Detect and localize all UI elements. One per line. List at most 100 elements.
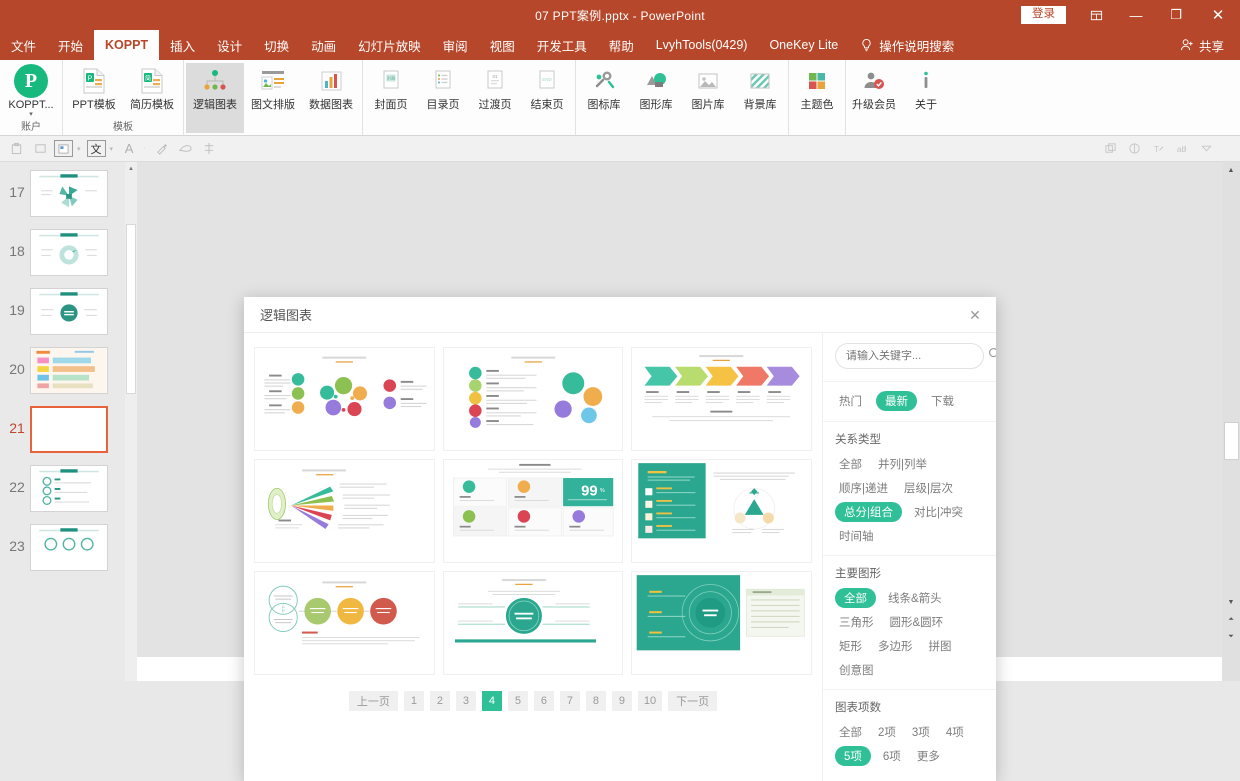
restore-down-icon[interactable] [1076,0,1116,30]
text-style-icon[interactable]: 文 [86,140,106,157]
pagination-page-10[interactable]: 10 [637,691,663,711]
sort-tab-hot[interactable]: 热门 [835,391,866,411]
chevron-down-icon[interactable]: ▾ [77,145,81,153]
menu-item-animations[interactable]: 动画 [300,30,347,60]
data-chart-button[interactable]: 数据图表 [302,63,360,112]
sign-in-button[interactable]: 登录 [1021,6,1066,24]
slide-thumbnail[interactable] [30,524,108,571]
pagination-page-4[interactable]: 4 [481,691,502,711]
paste-icon[interactable] [6,139,26,159]
filter-shape-circle-ring[interactable]: 圆形&圆环 [886,612,948,632]
close-button[interactable]: ✕ [1196,0,1240,30]
background-library-button[interactable]: 背景库 [734,63,786,112]
replace-icon[interactable]: ab [1172,139,1192,159]
new-slide-icon[interactable] [30,139,50,159]
chevron-down-icon[interactable]: ▾ [29,111,33,118]
menu-item-design[interactable]: 设计 [206,30,253,60]
pagination-page-5[interactable]: 5 [507,691,528,711]
close-icon[interactable]: ✕ [966,306,984,324]
slide-thumbnail[interactable] [30,288,108,335]
chevron-down-icon[interactable]: ▾ [110,145,114,153]
theme-color-button[interactable]: 主题色 [791,63,843,112]
slide-list-item-selected[interactable]: 21 [0,406,137,465]
menu-item-view[interactable]: 视图 [479,30,526,60]
shape-fill-icon[interactable] [175,139,195,159]
align-icon[interactable] [199,139,219,159]
icon-library-button[interactable]: 图标库 [578,63,630,112]
chevron-down-icon[interactable]: · [143,145,145,152]
filter-relation-parallel[interactable]: 并列|列举 [874,454,931,474]
logic-chart-button[interactable]: 逻辑图表 [186,63,244,133]
layout-icon[interactable] [54,140,73,157]
image-library-button[interactable]: 图片库 [682,63,734,112]
tell-me-search[interactable]: 操作说明搜索 [875,30,965,60]
filter-shape-triangle[interactable]: 三角形 [835,612,878,632]
template-card[interactable] [631,459,812,563]
filter-shape-lines-arrows[interactable]: 线条&箭头 [884,588,946,608]
find-icon[interactable]: T [1148,139,1168,159]
pagination-page-7[interactable]: 7 [559,691,580,711]
end-page-button[interactable]: END 结束页 [521,63,573,112]
menu-item-review[interactable]: 审阅 [432,30,479,60]
pagination-prev[interactable]: 上一页 [348,691,398,711]
sort-tab-newest[interactable]: 最新 [876,391,917,411]
pagination-page-2[interactable]: 2 [429,691,450,711]
minimize-button[interactable]: — [1116,0,1156,30]
filter-relation-timeline[interactable]: 时间轴 [835,526,878,546]
template-card[interactable]: 99 % [442,459,624,563]
slide-list-item[interactable]: 22 [0,465,137,524]
slide-thumbnail-panel[interactable]: 17 18 19 20 21 22 23 ▲ [0,162,137,681]
sort-tab-downloads[interactable]: 下载 [927,391,958,411]
pagination-page-8[interactable]: 8 [585,691,606,711]
scrollbar-thumb[interactable] [1224,422,1239,460]
scrollbar-thumb[interactable] [126,224,136,394]
filter-relation-all[interactable]: 全部 [835,454,866,474]
filter-shape-puzzle[interactable]: 拼图 [925,636,956,656]
template-card[interactable] [254,347,435,451]
shape-library-button[interactable]: 图形库 [630,63,682,112]
transition-page-button[interactable]: 01 过渡页 [469,63,521,112]
template-card[interactable] [442,571,624,675]
slide-thumbnail[interactable] [30,347,108,394]
menu-item-help[interactable]: 帮助 [598,30,645,60]
select-icon[interactable] [1196,139,1216,159]
menu-item-file[interactable]: 文件 [0,30,47,60]
menu-item-insert[interactable]: 插入 [159,30,206,60]
filter-count-6[interactable]: 6项 [879,746,905,766]
about-button[interactable]: 关于 [900,63,952,112]
next-slide-icon[interactable]: ⏷ [1222,628,1240,645]
slide-list-item[interactable]: 17 [0,170,137,229]
share-person-icon[interactable] [1172,30,1197,60]
slide-list-item[interactable]: 19 [0,288,137,347]
template-gallery[interactable]: 99 % 上一页 1 2 3 4 5 6 7 8 9 10 下一页 [244,333,822,781]
filter-shape-all[interactable]: 全部 [835,588,876,608]
filter-relation-contrast[interactable]: 对比|冲突 [910,502,967,522]
arrange-icon[interactable] [1100,139,1120,159]
filter-relation-overall[interactable]: 总分|组合 [835,502,902,522]
search-icon[interactable] [988,347,996,365]
filter-count-4[interactable]: 4项 [942,722,968,742]
quick-styles-icon[interactable] [1124,139,1144,159]
pagination-page-3[interactable]: 3 [455,691,476,711]
pagination-page-9[interactable]: 9 [611,691,632,711]
menu-item-developer[interactable]: 开发工具 [526,30,598,60]
template-card[interactable] [631,571,812,675]
toc-page-button[interactable]: 目录页 [417,63,469,112]
filter-shape-creative[interactable]: 创意图 [835,660,878,680]
template-card[interactable] [254,571,435,675]
koppt-account-button[interactable]: P KOPPT... ▾ [2,63,60,118]
filter-count-all[interactable]: 全部 [835,722,866,742]
slide-thumbnail[interactable] [30,465,108,512]
search-input[interactable] [846,350,988,362]
slide-list-item[interactable]: 18 [0,229,137,288]
menu-item-home[interactable]: 开始 [47,30,94,60]
scroll-up-icon[interactable]: ▲ [1222,162,1240,179]
menu-item-transitions[interactable]: 切换 [253,30,300,60]
maximize-button[interactable]: ❐ [1156,0,1196,30]
filter-count-3[interactable]: 3项 [908,722,934,742]
resume-template-button[interactable]: 简 简历模板 [123,63,181,112]
filter-count-more[interactable]: 更多 [913,746,944,766]
cover-page-button[interactable]: 封面 封面页 [365,63,417,112]
template-card[interactable] [442,347,624,451]
pagination-page-6[interactable]: 6 [533,691,554,711]
